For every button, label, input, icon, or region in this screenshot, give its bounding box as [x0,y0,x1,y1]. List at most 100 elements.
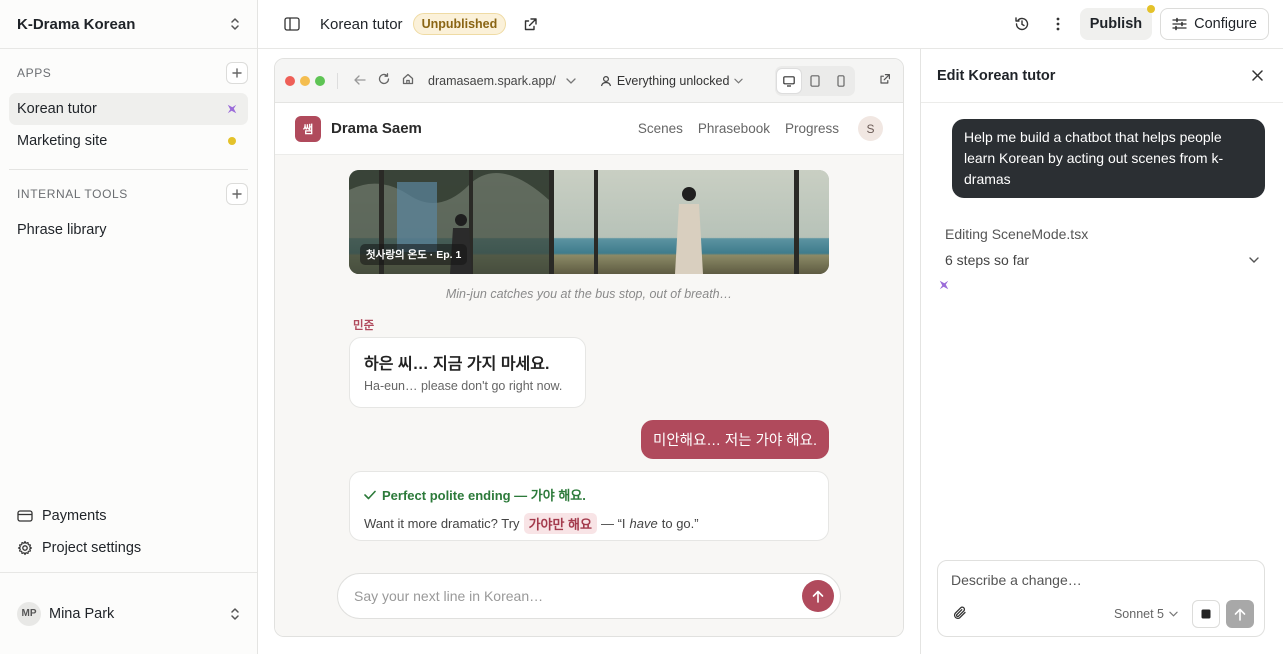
page-title: Korean tutor [320,15,403,33]
preview-pane: dramasaem.spark.app/ Everything unlocked [258,49,921,654]
sidebar-toggle-icon [284,17,300,31]
phone-icon [837,75,845,87]
open-external-button[interactable] [516,10,544,38]
feedback-emphasis: have [629,516,658,531]
home-button[interactable] [396,73,420,88]
feedback-title-text: Perfect polite ending — 가야 해요. [382,488,586,503]
close-button[interactable] [1252,68,1263,84]
steps-toggle[interactable]: 6 steps so far [945,252,1259,268]
gear-icon [17,540,33,556]
history-icon [1015,17,1028,31]
message-korean: 하은 씨… 지금 가지 마세요. [364,356,550,373]
sidebar-item-korean-tutor[interactable]: Korean tutor [9,93,248,125]
user-name: Mina Park [49,605,115,622]
reload-button[interactable] [372,73,396,88]
model-selector[interactable]: Sonnet 5 [1114,607,1178,621]
apps-section-header: APPS [0,61,257,85]
tablet-view-button[interactable] [803,69,827,93]
arrow-up-icon [1234,608,1246,621]
steps-label: 6 steps so far [945,252,1030,268]
configure-label: Configure [1194,16,1257,32]
app-nav: Scenes Phrasebook Progress S [638,116,883,141]
feedback-prefix: Want it more dramatic? Try [364,516,520,531]
mobile-view-button[interactable] [829,69,853,93]
change-input[interactable]: Describe a change… [951,572,1082,588]
sidebar-item-label: Marketing site [17,133,108,149]
divider [9,169,248,170]
workspace-switcher[interactable]: K-Drama Korean [0,0,257,49]
access-label: Everything unlocked [616,73,730,88]
sidebar-item-label: Korean tutor [17,101,97,117]
feedback-suffix-end: to go.” [661,516,699,531]
tablet-icon [810,75,820,87]
nav-phrasebook[interactable]: Phrasebook [698,121,770,136]
top-bar: Korean tutor Unpublished Publish Configu… [258,0,1283,49]
feedback-suffix: — “I [600,516,626,531]
line-input[interactable]: Say your next line in Korean… [354,588,802,604]
composer-actions: Sonnet 5 [948,600,1254,628]
feedback-card: Perfect polite ending — 가야 해요. Want it m… [349,471,829,541]
change-composer[interactable]: Describe a change… Sonnet 5 [937,560,1265,637]
send-line-button[interactable] [802,580,834,612]
window-controls [285,75,325,86]
toolbar-divider [337,72,338,89]
arrow-left-icon [354,75,366,85]
feedback-title: Perfect polite ending — 가야 해요. [364,485,814,504]
chevron-down-icon [1249,257,1259,263]
sparkle-icon [939,280,949,290]
add-tool-button[interactable] [226,183,248,205]
sparkle-icon [227,104,237,114]
sidebar-item-project-settings[interactable]: Project settings [9,532,248,564]
nav-progress[interactable]: Progress [785,121,839,136]
stop-icon [1201,609,1211,619]
close-dot[interactable] [285,75,295,86]
status-dot [228,137,236,145]
configure-button[interactable]: Configure [1160,8,1269,40]
suggestion-chip[interactable]: 가야만 해요 [523,513,597,534]
feedback-body: Want it more dramatic? Try 가야만 해요 — “I h… [364,513,814,534]
prompt-message: Help me build a chatbot that helps peopl… [952,119,1265,198]
nav-scenes[interactable]: Scenes [638,121,683,136]
sidebar-item-phrase-library[interactable]: Phrase library [9,214,248,246]
browser-toolbar: dramasaem.spark.app/ Everything unlocked [275,59,903,103]
sidebar-item-marketing-site[interactable]: Marketing site [9,125,248,157]
close-icon [1252,69,1263,81]
publish-button[interactable]: Publish [1079,5,1156,40]
stop-button[interactable] [1192,600,1220,628]
chevron-down-icon[interactable] [566,77,576,84]
line-composer[interactable]: Say your next line in Korean… [337,573,841,619]
maximize-dot[interactable] [315,75,325,86]
monitor-icon [783,75,795,87]
more-options-button[interactable] [1044,10,1072,38]
avatar[interactable]: S [858,116,883,141]
plus-icon [232,189,242,199]
model-label: Sonnet 5 [1113,607,1164,621]
card-icon [17,510,33,522]
edit-panel-title: Edit Korean tutor [937,67,1056,84]
chevron-up-down-icon [231,607,239,620]
desktop-view-button[interactable] [777,69,801,93]
history-button[interactable] [1008,10,1036,38]
toggle-sidebar-button[interactable] [278,10,306,38]
status-badge: Unpublished [412,13,507,35]
home-icon [402,73,414,85]
user-message: 미안해요… 저는 가야 해요. [640,420,829,459]
sidebar-item-payments[interactable]: Payments [9,500,248,532]
url-field[interactable]: dramasaem.spark.app/ [428,74,556,88]
open-in-new-tab-button[interactable] [879,72,891,88]
user-menu[interactable]: MP Mina Park [0,572,257,654]
scene-tag: 첫사랑의 온도 · Ep. 1 [360,244,468,265]
external-link-icon [524,17,537,30]
access-selector[interactable]: Everything unlocked [600,74,744,88]
minimize-dot[interactable] [300,75,310,86]
add-app-button[interactable] [226,62,248,84]
external-link-icon [880,74,890,84]
send-button[interactable] [1226,600,1254,628]
back-button[interactable] [348,73,372,88]
message-translation: Ha-eun… please don't go right now. [364,379,563,393]
app-header: 쌤 Drama Saem Scenes Phrasebook Progress … [275,103,903,155]
app-name: Drama Saem [331,120,422,137]
workspace-name: K-Drama Korean [17,15,136,33]
attach-button[interactable] [952,605,968,624]
speaker-name: 민준 [353,320,375,332]
